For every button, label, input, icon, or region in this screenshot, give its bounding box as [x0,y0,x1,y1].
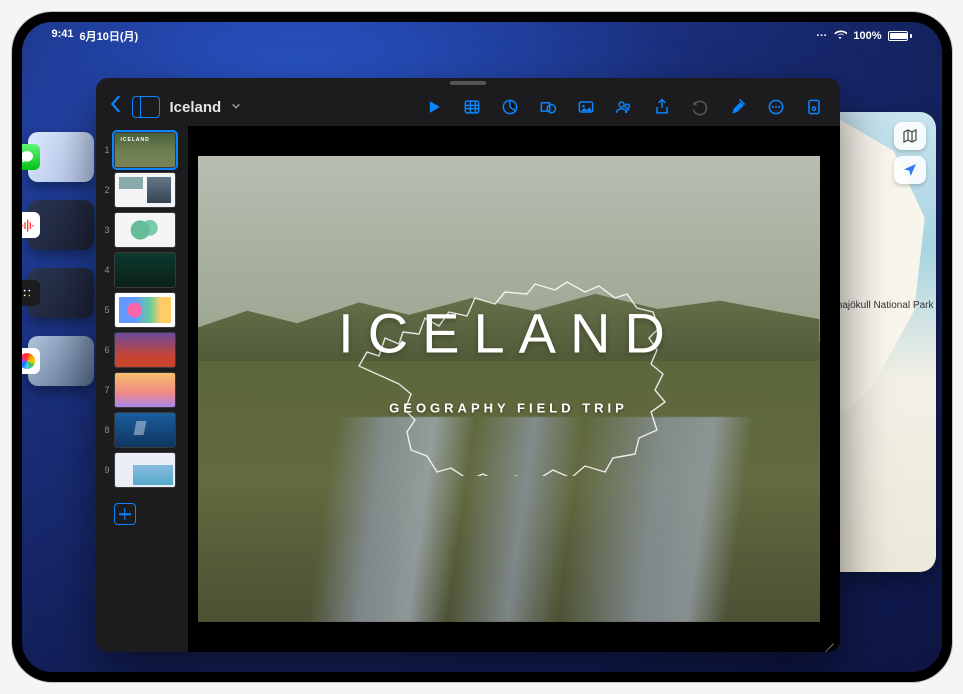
status-date: 6月10日(月) [80,28,139,44]
slide-thumb-5[interactable] [114,292,176,328]
maps-locate-button[interactable] [894,156,926,184]
media-button[interactable] [570,93,602,121]
slide-thumb-4[interactable] [114,252,176,288]
document-options-button[interactable] [798,93,830,121]
maps-mode-button[interactable] [894,122,926,150]
slide-thumb-9[interactable] [114,452,176,488]
slide-title-text[interactable]: ICELAND [338,301,679,366]
slide-thumb-8[interactable] [114,412,176,448]
slide-thumb-1[interactable] [114,132,176,168]
add-slide-button[interactable] [114,503,136,525]
messages-icon [22,144,40,170]
share-button[interactable] [646,93,678,121]
resize-handle-icon[interactable] [820,632,834,646]
slide-thumb-7[interactable] [114,372,176,408]
voice-memos-icon [22,212,40,238]
calculator-icon [22,280,40,306]
chart-button[interactable] [494,93,526,121]
app-switcher-stack [28,132,94,386]
format-button[interactable] [722,93,754,121]
slide-thumb-6[interactable] [114,332,176,368]
back-button[interactable] [106,95,126,119]
photos-icon [22,348,40,374]
switcher-card-voice-memos[interactable] [28,200,94,250]
battery-percent: 100% [853,30,881,42]
slide-thumb-3[interactable] [114,212,176,248]
switcher-card-photos[interactable] [28,336,94,386]
slide-canvas[interactable]: ICELAND GEOGRAPHY FIELD TRIP [188,126,840,652]
switcher-card-messages[interactable] [28,132,94,182]
add-slide-area [96,494,188,534]
collaborate-button[interactable] [608,93,640,121]
shape-button[interactable] [532,93,564,121]
battery-icon [888,31,912,41]
status-bar: 9:41 6月10日(月) ··· 100% [22,22,942,46]
ipad-frame: 9:41 6月10日(月) ··· 100% [12,12,952,682]
document-title[interactable]: Iceland [170,99,222,116]
window-drag-handle[interactable] [96,78,840,88]
three-dots-icon[interactable]: ··· [816,30,827,42]
wifi-icon [833,30,847,43]
slide-navigator[interactable]: 1 2 3 4 5 6 7 8 9 [96,126,188,494]
keynote-window[interactable]: Iceland [96,78,840,652]
slide-subtitle-text[interactable]: GEOGRAPHY FIELD TRIP [389,400,628,415]
switcher-card-calculator[interactable] [28,268,94,318]
chevron-down-icon[interactable] [231,101,241,114]
view-options-button[interactable] [132,96,160,118]
undo-button[interactable] [684,93,716,121]
more-button[interactable] [760,93,792,121]
slide-thumb-2[interactable] [114,172,176,208]
play-button[interactable] [418,93,450,121]
ipad-screen: 9:41 6月10日(月) ··· 100% [22,22,942,672]
status-time: 9:41 [52,28,74,44]
slide-content[interactable]: ICELAND GEOGRAPHY FIELD TRIP [198,156,820,622]
table-button[interactable] [456,93,488,121]
keynote-toolbar: Iceland [96,88,840,126]
